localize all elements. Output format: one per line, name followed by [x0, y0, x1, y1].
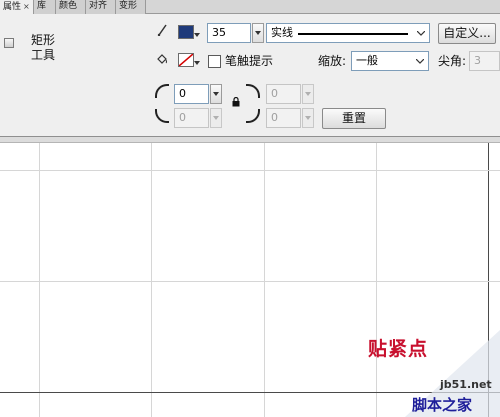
watermark-name: 脚本之家 [412, 396, 473, 414]
watermark-corner [405, 330, 500, 417]
watermark-site: jb51.net [440, 378, 492, 391]
